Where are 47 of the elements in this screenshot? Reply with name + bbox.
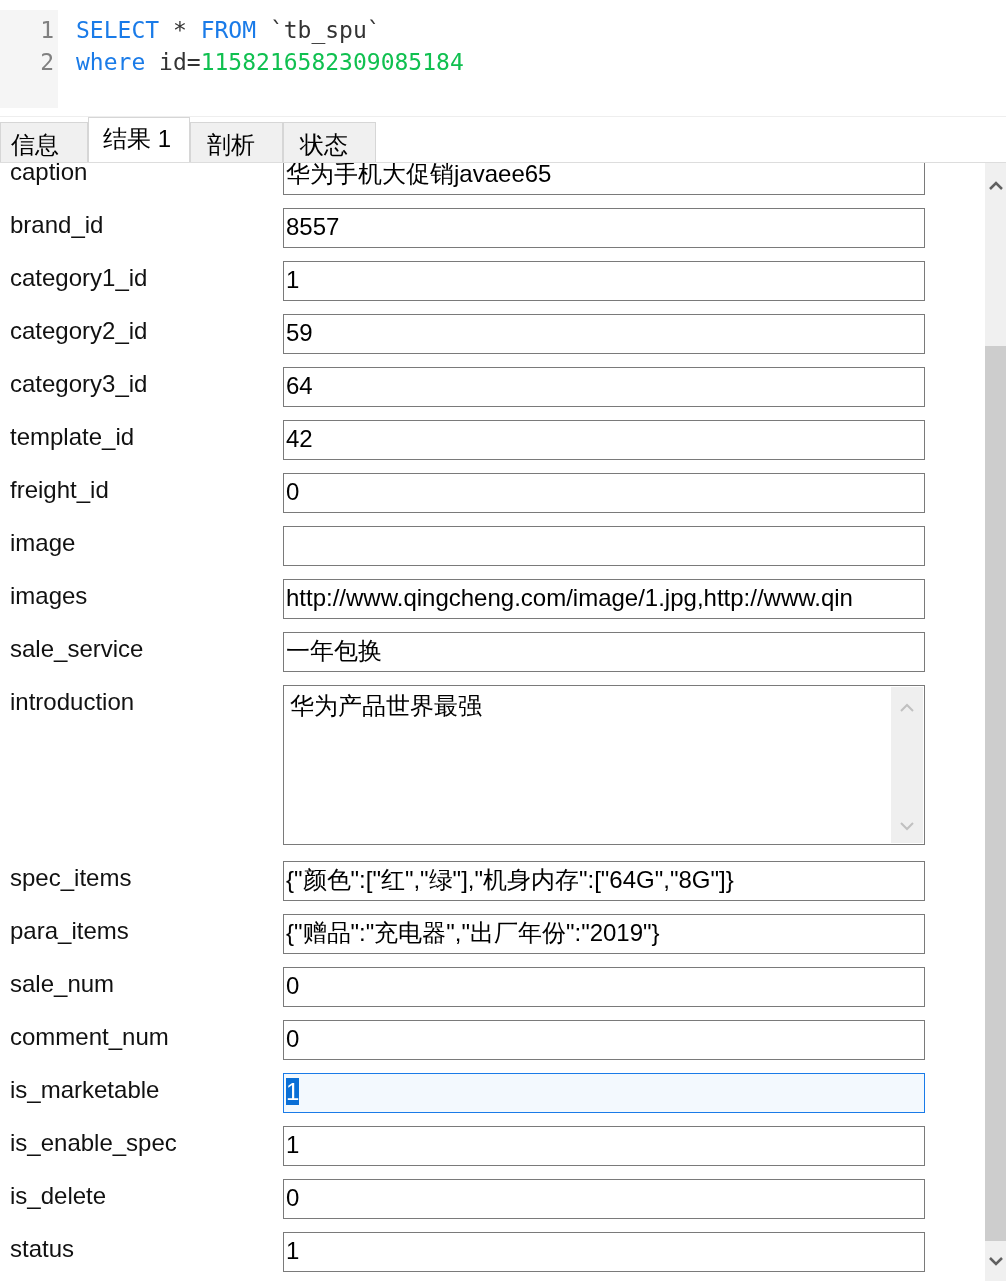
text-field[interactable]: 1 [283, 1232, 925, 1272]
field-label: category3_id [9, 369, 149, 399]
text-field[interactable]: 0 [283, 967, 925, 1007]
text-field[interactable]: 64 [283, 367, 925, 407]
tab[interactable]: 剖析 [190, 122, 283, 162]
field-label: is_delete [9, 1181, 108, 1211]
text-area[interactable]: 华为产品世界最强 [283, 685, 925, 845]
text-field[interactable] [283, 526, 925, 566]
field-label: introduction [9, 687, 136, 717]
field-label: caption [9, 163, 89, 187]
text-field[interactable]: 59 [283, 314, 925, 354]
code-line: SELECT * FROM `tb_spu` [76, 16, 382, 46]
text-field[interactable]: 42 [283, 420, 925, 460]
text-field[interactable]: 0 [283, 1179, 925, 1219]
tab[interactable]: 信息 [0, 122, 88, 162]
text-field[interactable]: 1 [283, 261, 925, 301]
text-field[interactable]: 8557 [283, 208, 925, 248]
tab[interactable]: 结果 1 [88, 117, 190, 162]
scrollbar[interactable] [985, 163, 1006, 1281]
text-field[interactable]: http://www.qingcheng.com/image/1.jpg,http://www.qin [283, 579, 925, 619]
text-field[interactable]: 一年包换 [283, 632, 925, 672]
scrollbar[interactable] [891, 687, 923, 843]
text-field[interactable]: 1 [283, 1126, 925, 1166]
field-label: image [9, 528, 77, 558]
field-label: category2_id [9, 316, 149, 346]
field-label: images [9, 581, 89, 611]
code-line: where id=1158216582309085184 [76, 48, 464, 77]
text-field[interactable]: 1 [283, 1073, 925, 1113]
field-label: para_items [9, 916, 130, 946]
field-label: freight_id [9, 475, 110, 505]
text-field[interactable]: {"赠品":"充电器","出厂年份":"2019"} [283, 914, 925, 954]
line-number: 2 [39, 48, 55, 77]
field-label: brand_id [9, 210, 105, 240]
text-field[interactable]: 0 [283, 473, 925, 513]
text-field[interactable]: 0 [283, 1020, 925, 1060]
field-label: template_id [9, 422, 136, 452]
field-label: status [9, 1234, 76, 1264]
field-label: is_enable_spec [9, 1128, 178, 1158]
tab[interactable]: 状态 [283, 122, 376, 162]
text-field[interactable]: {"颜色":["红","绿"],"机身内存":["64G","8G"]} [283, 861, 925, 901]
field-label: is_marketable [9, 1075, 161, 1105]
line-number: 1 [39, 16, 55, 45]
field-label: category1_id [9, 263, 149, 293]
field-label: comment_num [9, 1022, 170, 1052]
field-label: spec_items [9, 863, 133, 893]
field-label: sale_service [9, 634, 145, 664]
field-label: sale_num [9, 969, 116, 999]
